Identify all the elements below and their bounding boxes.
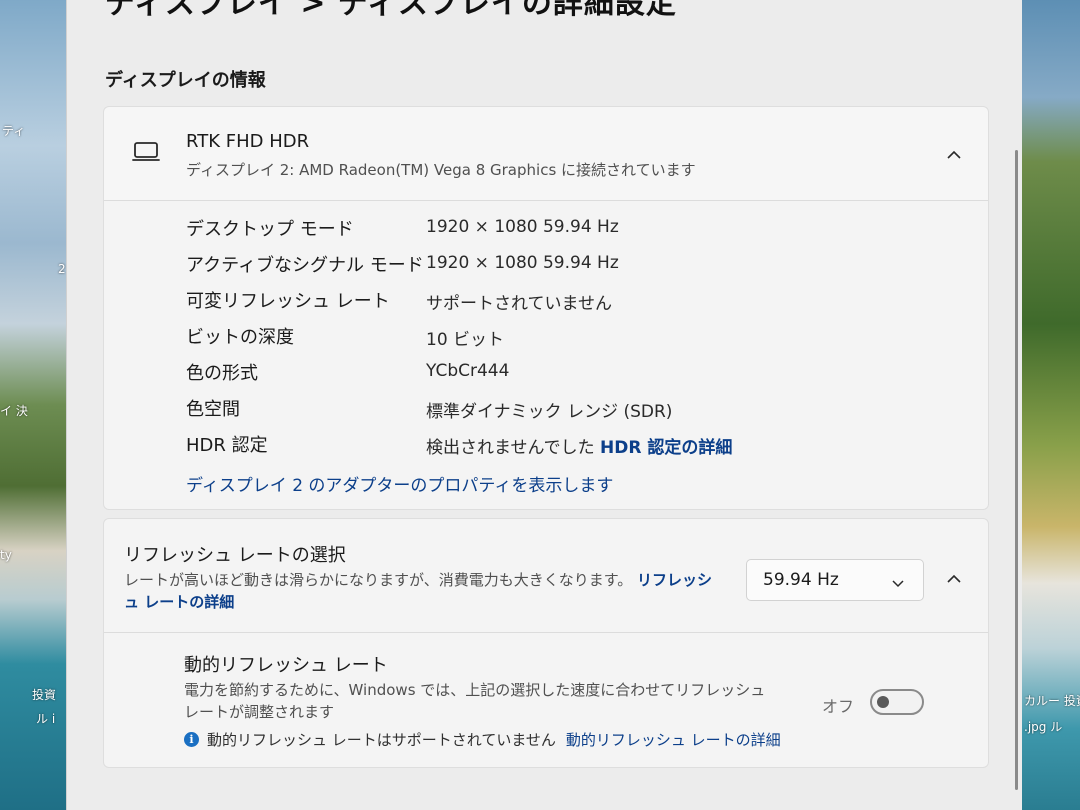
chevron-down-icon	[891, 573, 905, 592]
refresh-rate-title: リフレッシュ レートの選択	[124, 545, 346, 566]
refresh-rate-description-text: レートが高いほど動きは滑らかになりますが、消費電力も大きくなります。	[124, 571, 633, 589]
desktop-icon-label[interactable]: 投資	[32, 686, 56, 703]
toggle-state-label: オフ	[822, 697, 855, 716]
info-label: 色の形式	[186, 363, 258, 384]
chevron-up-icon[interactable]	[946, 571, 962, 587]
adapter-properties-link[interactable]: ディスプレイ 2 のアダプターのプロパティを表示します	[186, 471, 613, 496]
hdr-status: 検出されませんでした	[426, 438, 595, 458]
info-value: 1920 × 1080 59.94 Hz	[426, 253, 619, 273]
info-value: 標準ダイナミック レンジ (SDR)	[426, 402, 673, 422]
chevron-up-icon[interactable]	[946, 147, 962, 163]
dynamic-refresh-description: 電力を節約するために、Windows では、上記の選択した速度に合わせてリフレッ…	[184, 681, 766, 721]
display-name: RTK FHD HDR	[186, 131, 310, 152]
dynamic-refresh-note: i 動的リフレッシュ レートはサポートされていません 動的リフレッシュ レートの…	[184, 729, 781, 750]
scrollbar[interactable]	[1015, 150, 1018, 790]
info-label: 色空間	[186, 399, 240, 420]
page-title: ディスプレイ > ディスプレイの詳細設定	[105, 0, 677, 21]
desktop-icon-label[interactable]: カルー 投資	[1024, 692, 1080, 709]
desktop-icon-label[interactable]: .jpg ル	[1024, 718, 1062, 735]
toggle-knob	[877, 696, 889, 708]
info-icon: i	[184, 732, 199, 747]
refresh-rate-description: レートが高いほど動きは滑らかになりますが、消費電力も大きくなります。 リフレッシ…	[124, 569, 724, 613]
info-value: YCbCr444	[426, 361, 510, 381]
desktop-icon-label[interactable]: ル i	[36, 710, 55, 727]
desktop-icon-label[interactable]: イ 決	[0, 402, 28, 419]
hdr-certification-link[interactable]: HDR 認定の詳細	[600, 438, 732, 458]
desktop-wallpaper-right: カルー 投資 .jpg ル	[1022, 0, 1080, 810]
info-label: デスクトップ モード	[186, 219, 354, 240]
refresh-rate-selected-value: 59.94 Hz	[763, 570, 839, 590]
section-title: ディスプレイの情報	[105, 70, 266, 91]
desktop-icon-label[interactable]: ty	[0, 548, 12, 562]
display-subtitle: ディスプレイ 2: AMD Radeon(TM) Vega 8 Graphics…	[186, 161, 696, 179]
info-label: アクティブなシグナル モード	[186, 255, 424, 276]
info-label: 可変リフレッシュ レート	[186, 291, 390, 312]
dynamic-refresh-note-text: 動的リフレッシュ レートはサポートされていません	[207, 731, 556, 749]
monitor-icon	[132, 141, 160, 167]
info-label: ビットの深度	[186, 327, 294, 348]
display-info-card: RTK FHD HDR ディスプレイ 2: AMD Radeon(TM) Veg…	[103, 106, 989, 510]
refresh-rate-header: リフレッシュ レートの選択 レートが高いほど動きは滑らかになりますが、消費電力も…	[104, 519, 988, 633]
refresh-rate-dropdown[interactable]: 59.94 Hz	[746, 559, 924, 601]
info-value: 1920 × 1080 59.94 Hz	[426, 217, 619, 237]
dynamic-refresh-title: 動的リフレッシュ レート	[184, 655, 388, 676]
dynamic-refresh-details-link[interactable]: 動的リフレッシュ レートの詳細	[566, 729, 781, 750]
info-value: 10 ビット	[426, 330, 505, 350]
dynamic-refresh-toggle[interactable]	[870, 689, 924, 715]
settings-window: ディスプレイ > ディスプレイの詳細設定 ディスプレイの情報 RTK FHD H…	[66, 0, 1022, 810]
desktop-icon-label[interactable]: 2	[58, 262, 66, 276]
info-value: 検出されませんでした HDR 認定の詳細	[426, 433, 732, 458]
info-label: HDR 認定	[186, 435, 268, 456]
desktop-icon-label[interactable]: ティ	[2, 122, 25, 139]
display-info-header[interactable]: RTK FHD HDR ディスプレイ 2: AMD Radeon(TM) Veg…	[104, 107, 988, 201]
refresh-rate-card: リフレッシュ レートの選択 レートが高いほど動きは滑らかになりますが、消費電力も…	[103, 518, 989, 768]
desktop-wallpaper-left: ティ 2 イ 決 ty 投資 ル i	[0, 0, 70, 810]
info-value: サポートされていません	[426, 294, 612, 314]
